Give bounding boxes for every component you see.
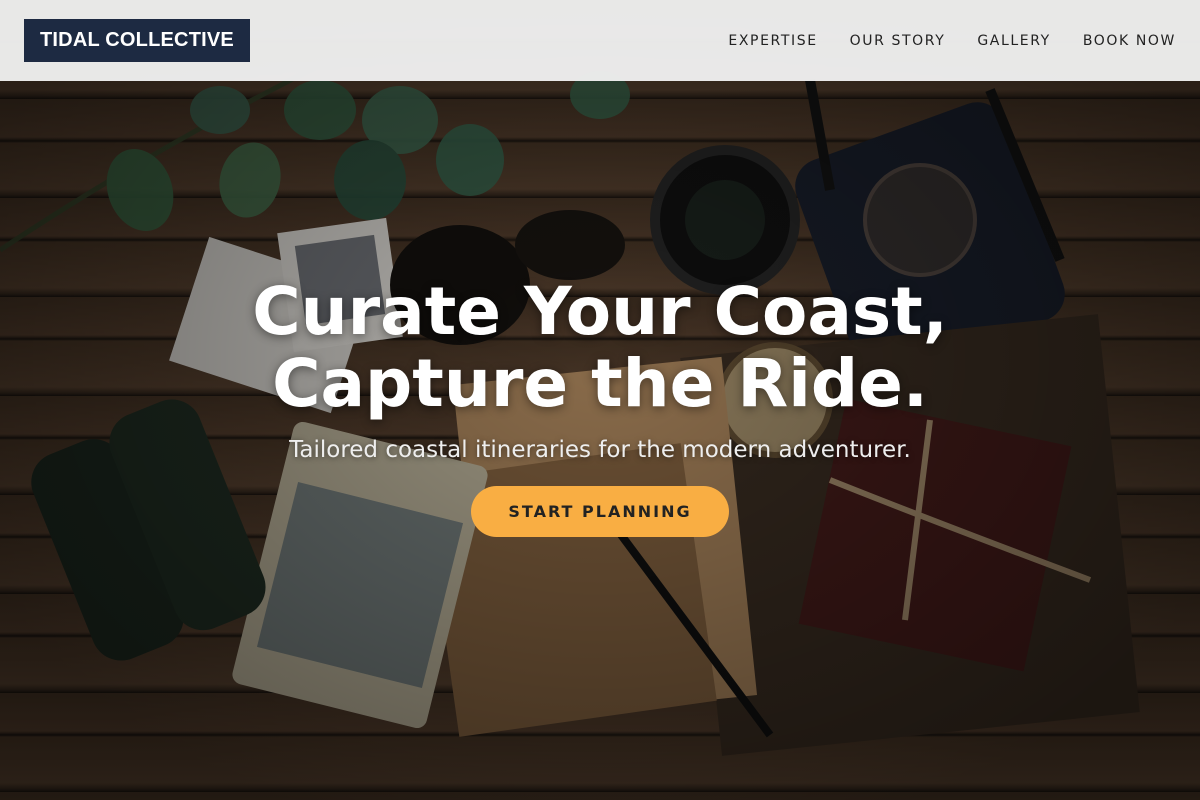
headline-line-2: Capture the Ride. [272, 345, 928, 422]
nav-item-expertise[interactable]: EXPERTISE [728, 33, 817, 49]
nav-item-our-story[interactable]: OUR STORY [850, 33, 946, 49]
hero-subheadline: Tailored coastal itineraries for the mod… [289, 437, 911, 463]
brand-logo[interactable]: TIDAL COLLECTIVE [24, 19, 250, 62]
main-nav: EXPERTISE OUR STORY GALLERY BOOK NOW [696, 33, 1176, 49]
start-planning-button[interactable]: START PLANNING [471, 486, 729, 537]
hero-headline: Curate Your Coast, Capture the Ride. [0, 276, 1200, 420]
hero-section: Curate Your Coast, Capture the Ride. Tai… [0, 0, 1200, 800]
headline-line-1: Curate Your Coast, [252, 273, 948, 350]
site-header: TIDAL COLLECTIVE EXPERTISE OUR STORY GAL… [0, 0, 1200, 81]
nav-item-gallery[interactable]: GALLERY [977, 33, 1050, 49]
nav-item-book-now[interactable]: BOOK NOW [1083, 33, 1176, 49]
